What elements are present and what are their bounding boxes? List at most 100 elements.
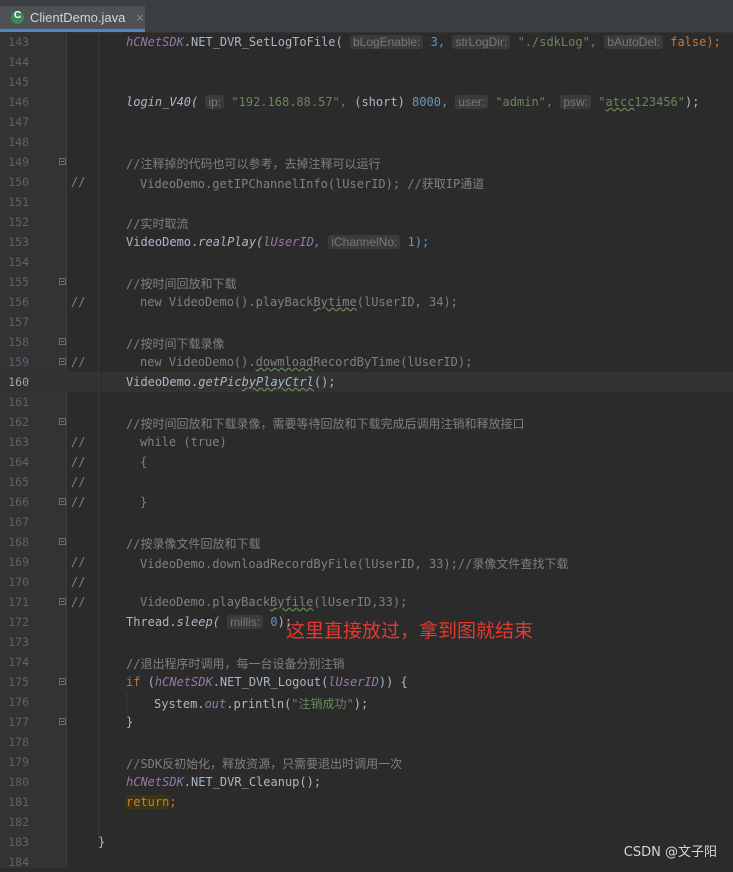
editor-row[interactable]: 161 [0,392,733,412]
line-number: 169 [8,555,29,569]
code-line-150[interactable]: VideoDemo.getIPChannelInfo(lUserID); //获… [140,175,484,192]
line-number: 176 [8,695,29,709]
editor-row[interactable]: 152 [0,212,733,232]
editor-row[interactable]: 182 [0,812,733,832]
editor-row[interactable]: 144 [0,52,733,72]
line-number: 160 [8,375,29,389]
fold-icon[interactable] [59,538,66,545]
code-line-177[interactable]: } [126,715,133,729]
line-number: 155 [8,275,29,289]
line-number: 147 [8,115,29,129]
editor-row[interactable]: 160 [0,372,733,392]
code-line-174[interactable]: //退出程序时调用，每一台设备分别注销 [126,655,344,672]
indent-guide [126,692,127,714]
editor-row[interactable]: 151 [0,192,733,212]
param-hint: bLogEnable: [349,35,424,49]
fold-icon[interactable] [59,418,66,425]
fold-icon[interactable] [59,158,66,165]
fold-icon[interactable] [59,358,66,365]
code-line-152[interactable]: //实时取流 [126,215,188,232]
param-hint: millis: [227,615,264,629]
code-line-156[interactable]: new VideoDemo().playBackBytime(lUserID, … [140,295,458,309]
code-line-179[interactable]: //SDK反初始化，释放资源，只需要退出时调用一次 [126,755,402,772]
code-line-158[interactable]: //按时间下载录像 [126,335,224,352]
code-line-175[interactable]: if (hCNetSDK.NET_DVR_Logout(lUserID)) { [126,675,408,689]
fold-icon[interactable] [59,498,66,505]
code-line-169[interactable]: VideoDemo.downloadRecordByFile(lUserID, … [140,555,568,572]
code-line-160[interactable]: VideoDemo.getPicbyPlayCtrl(); [126,375,336,389]
editor-row[interactable]: 181 [0,792,733,812]
line-number: 183 [8,835,29,849]
red-annotation: 这里直接放过，拿到图就结束 [286,620,534,642]
fold-icon[interactable] [59,598,66,605]
editor-row[interactable]: 166 // [0,492,733,512]
editor-row[interactable]: 147 [0,112,733,132]
code-line-180[interactable]: hCNetSDK.NET_DVR_Cleanup(); [126,775,321,789]
code-line-183[interactable]: } [98,835,105,849]
line-number: 149 [8,155,29,169]
line-number: 164 [8,455,29,469]
code-line-171[interactable]: VideoDemo.playBackByfile(lUserID,33); [140,595,407,609]
line-number: 171 [8,595,29,609]
editor-row[interactable]: 180 [0,772,733,792]
editor-row[interactable]: 154 [0,252,733,272]
line-comment-marker: // [71,355,86,369]
fold-icon[interactable] [59,718,66,725]
line-number: 177 [8,715,29,729]
line-number: 166 [8,495,29,509]
line-comment-marker: // [71,495,86,509]
code-line-149[interactable]: //注释掉的代码也可以参考，去掉注释可以运行 [126,155,380,172]
editor-row[interactable]: 177 [0,712,733,732]
line-number: 143 [8,35,29,49]
param-hint: bAutoDel: [604,35,663,49]
tab-clientdemo-java[interactable]: ClientDemo.java × [0,6,145,32]
line-number: 157 [8,315,29,329]
line-comment-marker: // [71,475,86,489]
fold-icon[interactable] [59,338,66,345]
line-number: 161 [8,395,29,409]
editor-row[interactable]: 170 // [0,572,733,592]
indent-guide [98,32,99,842]
param-hint: ip: [205,95,225,109]
line-comment-marker: // [71,175,86,189]
editor-row[interactable]: 148 [0,132,733,152]
editor-row[interactable]: 167 [0,512,733,532]
editor-row[interactable]: 158 [0,332,733,352]
editor-row[interactable]: 155 [0,272,733,292]
code-line-172[interactable]: Thread.sleep( millis: 0); [126,615,292,629]
fold-icon[interactable] [59,278,66,285]
editor-row[interactable]: 168 [0,532,733,552]
editor-row[interactable]: 163 // [0,432,733,452]
code-line-166[interactable]: } [140,495,147,509]
code-line-146[interactable]: login_V40( ip: "192.168.88.57", (short) … [126,95,699,109]
code-line-181[interactable]: return; [126,795,177,809]
code-line-159[interactable]: new VideoDemo().dowmloadRecordByTime(lUs… [140,355,472,369]
code-line-168[interactable]: //按录像文件回放和下载 [126,535,260,552]
code-line-155[interactable]: //按时间回放和下载 [126,275,236,292]
editor-row[interactable]: 145 [0,72,733,92]
close-icon[interactable]: × [135,11,144,24]
line-number: 150 [8,175,29,189]
editor-row[interactable]: 157 [0,312,733,332]
param-hint: strLogDir: [452,35,511,49]
line-number: 178 [8,735,29,749]
line-comment-marker: // [71,435,86,449]
code-line-164[interactable]: { [140,455,147,469]
line-number: 181 [8,795,29,809]
line-number: 170 [8,575,29,589]
code-line-143[interactable]: hCNetSDK.NET_DVR_SetLogToFile( bLogEnabl… [126,35,721,49]
line-number: 146 [8,95,29,109]
editor-row[interactable]: 174 [0,652,733,672]
editor-row[interactable]: 165 // [0,472,733,492]
line-number: 168 [8,535,29,549]
code-line-163[interactable]: while (true) [140,435,227,449]
editor-tab-bar: ClientDemo.java × [0,0,733,33]
editor-row[interactable]: 178 [0,732,733,752]
editor-row[interactable]: 164 // [0,452,733,472]
line-number: 165 [8,475,29,489]
code-line-153[interactable]: VideoDemo.realPlay(lUserID, iChannelNo: … [126,235,429,249]
fold-icon[interactable] [59,678,66,685]
code-line-162[interactable]: //按时间回放和下载录像，需要等待回放和下载完成后调用注销和释放接口 [126,415,524,432]
line-comment-marker: // [71,295,86,309]
code-line-176[interactable]: System.out.println("注销成功"); [154,695,368,712]
